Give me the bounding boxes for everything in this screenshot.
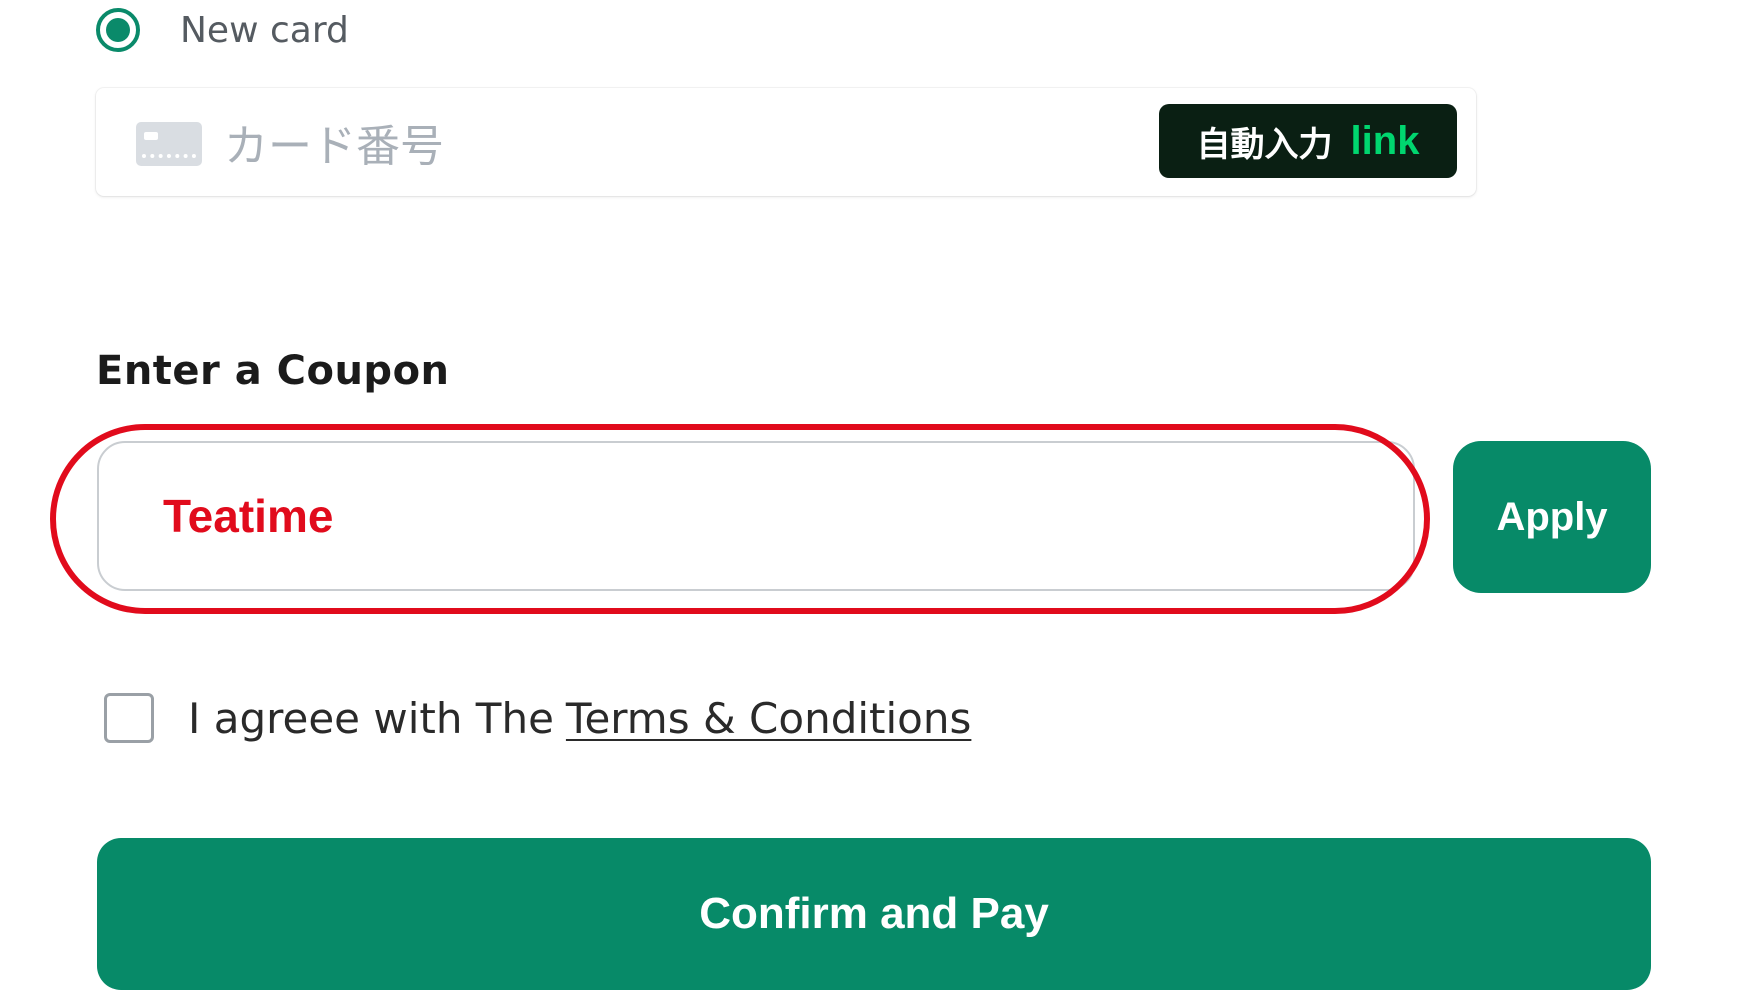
- autofill-label: 自動入力: [1196, 124, 1333, 165]
- new-card-option[interactable]: New card: [96, 4, 349, 56]
- coupon-section-title: Enter a Coupon: [96, 348, 450, 394]
- terms-row: I agreee with The Terms & Conditions: [104, 688, 971, 748]
- terms-checkbox[interactable]: [104, 693, 154, 743]
- confirm-and-pay-button[interactable]: Confirm and Pay: [97, 838, 1651, 990]
- apply-coupon-button[interactable]: Apply: [1453, 441, 1651, 593]
- link-logo: link: [1350, 118, 1420, 163]
- checkout-page: New card カード番号 自動入力 link Enter a Coupon …: [0, 0, 1739, 1000]
- coupon-input[interactable]: [99, 443, 1413, 589]
- new-card-radio[interactable]: [96, 8, 140, 52]
- credit-card-icon: [136, 122, 202, 166]
- autofill-link-button[interactable]: 自動入力 link: [1159, 104, 1457, 178]
- radio-selected-dot: [106, 18, 130, 42]
- card-number-field[interactable]: カード番号 自動入力 link: [96, 88, 1476, 196]
- new-card-label: New card: [180, 9, 349, 51]
- coupon-input-container: [97, 441, 1415, 591]
- card-number-placeholder[interactable]: カード番号: [224, 88, 444, 196]
- terms-prefix-text: I agreee with The: [188, 693, 554, 743]
- terms-conditions-link[interactable]: Terms & Conditions: [566, 694, 971, 743]
